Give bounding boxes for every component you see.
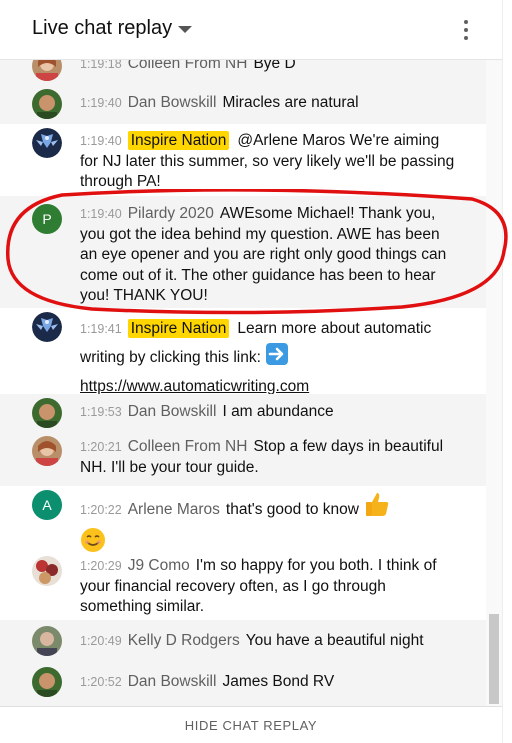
timestamp: 1:20:21 xyxy=(80,440,122,454)
message-body: 1:20:52 Dan Bowskill James Bond RV xyxy=(80,672,460,693)
avatar-letter: A xyxy=(42,497,52,513)
message-body: 1:20:21 Colleen From NH Stop a few days in… xyxy=(80,437,460,478)
author-name[interactable]: Dan Bowskill xyxy=(128,673,217,690)
message-body: 1:20:49 Kelly D Rodgers You have a beautif… xyxy=(80,631,460,652)
chat-title[interactable]: Live chat replay xyxy=(32,17,172,40)
message-body: 1:19:40 Dan Bowskill Miracles are natural xyxy=(80,93,460,114)
right-arrow-emoji xyxy=(265,342,289,374)
timestamp: 1:19:18 xyxy=(80,60,122,71)
chat-message-list[interactable]: 1:19:18 Colleen From NH Bye D 1:19:40 Dan B… xyxy=(0,60,486,706)
chat-message: A 1:20:22 Arlene Maros that's good to know xyxy=(0,486,486,554)
avatar[interactable] xyxy=(32,626,62,656)
author-name[interactable]: Colleen From NH xyxy=(128,60,248,72)
chat-message: 1:20:49 Kelly D Rodgers You have a beautif… xyxy=(0,620,486,660)
avatar[interactable] xyxy=(32,89,62,119)
chat-message: 1:19:53 Dan Bowskill I am abundance xyxy=(0,394,486,430)
timestamp: 1:19:41 xyxy=(80,322,122,336)
message-text: I am abundance xyxy=(222,403,334,420)
hide-chat-replay-button[interactable]: HIDE CHAT REPLAY xyxy=(185,718,317,733)
thumbs-up-emoji xyxy=(363,490,391,527)
message-body: 1:19:53 Dan Bowskill I am abundance xyxy=(80,402,460,423)
avatar[interactable]: P xyxy=(32,204,62,234)
avatar[interactable] xyxy=(32,398,62,428)
message-text: You have a beautiful night xyxy=(245,632,424,649)
author-name[interactable]: Colleen From NH xyxy=(128,438,248,455)
scrollbar-track[interactable] xyxy=(486,60,502,706)
message-body: 1:20:29 J9 Como I'm so happy for you both.… xyxy=(80,556,460,618)
author-name[interactable]: Dan Bowskill xyxy=(128,94,217,111)
chat-message: 1:19:41 Inspire Nation Learn more about au… xyxy=(0,308,486,395)
chat-header: Live chat replay xyxy=(0,0,502,60)
avatar[interactable]: A xyxy=(32,490,62,520)
message-body: 1:19:40 Inspire Nation @Arlene Maros We're… xyxy=(80,131,460,193)
chat-footer: HIDE CHAT REPLAY xyxy=(0,706,502,743)
avatar[interactable] xyxy=(32,556,62,586)
author-name[interactable]: Pilardy 2020 xyxy=(128,205,214,222)
timestamp: 1:19:40 xyxy=(80,207,122,221)
dropdown-arrow-icon[interactable] xyxy=(178,26,192,33)
chat-message: 1:20:21 Colleen From NH Stop a few days in… xyxy=(0,430,486,486)
message-text: James Bond RV xyxy=(222,673,335,690)
chat-message: 1:19:40 Dan Bowskill Miracles are natural xyxy=(0,84,486,124)
message-text: Miracles are natural xyxy=(222,94,359,111)
avatar[interactable] xyxy=(32,436,62,466)
author-name[interactable]: J9 Como xyxy=(128,557,190,574)
avatar[interactable] xyxy=(32,128,62,158)
message-text: that's good to know xyxy=(225,501,359,518)
owner-author-badge[interactable]: Inspire Nation xyxy=(127,319,230,338)
more-vert-icon[interactable] xyxy=(458,18,474,42)
chat-message: P 1:19:40 Pilardy 2020 AWEsome Michael! Th… xyxy=(0,196,486,308)
message-text: Bye D xyxy=(253,60,296,72)
chat-message: 1:20:29 J9 Como I'm so happy for you both.… xyxy=(0,554,486,620)
avatar[interactable] xyxy=(32,312,62,342)
timestamp: 1:19:40 xyxy=(80,96,122,110)
chat-message: 1:20:52 Dan Bowskill James Bond RV xyxy=(0,660,486,706)
avatar-letter: P xyxy=(42,211,52,227)
avatar[interactable] xyxy=(32,60,62,81)
owner-author-badge[interactable]: Inspire Nation xyxy=(127,131,230,150)
message-body: 1:19:41 Inspire Nation Learn more about au… xyxy=(80,316,460,399)
timestamp: 1:20:49 xyxy=(80,634,122,648)
message-body: 1:20:22 Arlene Maros that's good to know xyxy=(80,490,460,562)
chat-message: 1:19:18 Colleen From NH Bye D xyxy=(0,60,486,84)
author-name[interactable]: Arlene Maros xyxy=(128,501,220,518)
chat-message: 1:19:40 Inspire Nation @Arlene Maros We're… xyxy=(0,124,486,196)
panel-edge xyxy=(502,0,512,743)
timestamp: 1:20:52 xyxy=(80,675,122,689)
timestamp: 1:20:22 xyxy=(80,503,122,517)
author-name[interactable]: Dan Bowskill xyxy=(128,403,217,420)
message-body: 1:19:40 Pilardy 2020 AWEsome Michael! Than… xyxy=(80,204,460,307)
timestamp: 1:20:29 xyxy=(80,559,122,573)
scrollbar-thumb[interactable] xyxy=(489,614,499,704)
timestamp: 1:19:53 xyxy=(80,405,122,419)
avatar[interactable] xyxy=(32,667,62,697)
message-body: 1:19:18 Colleen From NH Bye D xyxy=(80,60,460,75)
timestamp: 1:19:40 xyxy=(80,134,122,148)
author-name[interactable]: Kelly D Rodgers xyxy=(128,632,240,649)
message-link[interactable]: https://www.automaticwriting.com xyxy=(80,378,309,395)
